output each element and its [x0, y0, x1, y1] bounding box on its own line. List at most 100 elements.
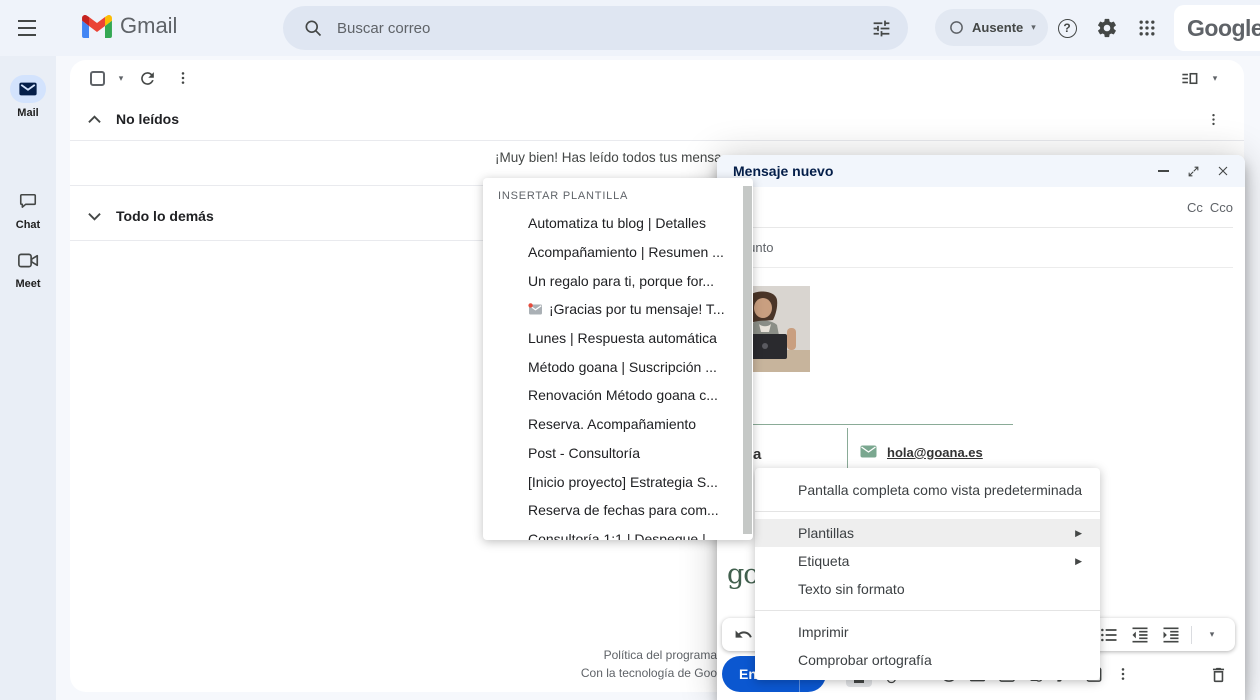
search-bar[interactable]: Buscar correo — [283, 6, 908, 50]
more-formatting-icon[interactable]: ▾ — [1201, 624, 1223, 646]
compose-more-options-menu: Pantalla completa como vista predetermin… — [755, 468, 1100, 680]
google-wordmark: Google — [1187, 15, 1260, 42]
search-icon[interactable] — [303, 18, 323, 38]
close-icon[interactable] — [1215, 163, 1231, 179]
indent-increase-icon[interactable] — [1160, 624, 1182, 646]
template-label: Post - Consultoría — [528, 445, 640, 461]
signature-divider — [733, 424, 1013, 425]
chevron-up-icon[interactable] — [88, 115, 106, 124]
main-menu-icon[interactable] — [15, 17, 39, 39]
help-icon[interactable]: ? — [1054, 15, 1080, 41]
list-footer: Política del programa Con la tecnología … — [581, 646, 717, 682]
minimize-icon[interactable] — [1155, 163, 1171, 179]
signature-envelope-icon — [860, 445, 877, 458]
menu-item-texto-sin-formato[interactable]: Texto sin formato — [755, 575, 1100, 603]
cc-toggle[interactable]: Cc — [1187, 200, 1203, 215]
select-all-checkbox[interactable] — [86, 67, 108, 89]
menu-item-fullscreen-default[interactable]: Pantalla completa como vista predetermin… — [755, 476, 1100, 504]
indent-decrease-icon[interactable] — [1129, 624, 1151, 646]
select-dropdown-icon[interactable]: ▾ — [110, 67, 132, 89]
template-label: Un regalo para ti, porque for... — [528, 273, 714, 289]
menu-divider — [755, 610, 1100, 611]
discard-draft-icon[interactable] — [1209, 665, 1228, 685]
settings-gear-icon[interactable] — [1094, 15, 1120, 41]
chevron-down-icon: ▾ — [1031, 22, 1036, 33]
meet-label: Meet — [0, 278, 56, 290]
status-chip[interactable]: Ausente ▾ — [935, 9, 1048, 46]
section-more-icon[interactable] — [1202, 108, 1224, 130]
reading-pane-dropdown-icon[interactable]: ▾ — [1204, 67, 1226, 89]
gmail-logo: Gmail — [82, 13, 177, 39]
app-rail: Mail Chat Meet — [0, 56, 56, 700]
sidebar-item-meet[interactable]: Meet — [0, 246, 56, 290]
signature-email-link[interactable]: hola@goana.es — [887, 445, 983, 460]
menu-item-comprobar-ortografia[interactable]: Comprobar ortografía — [755, 646, 1100, 674]
mail-emoji-icon — [528, 303, 543, 315]
scrollbar[interactable] — [743, 186, 752, 534]
template-item[interactable]: Un regalo para ti, porque for... — [483, 266, 753, 295]
footer-policy-link[interactable]: Política del programa — [581, 646, 717, 664]
divider — [70, 140, 1244, 141]
template-item[interactable]: Post - Consultoría — [483, 439, 753, 468]
template-label: Lunes | Respuesta automática — [528, 330, 717, 346]
gmail-m-icon — [82, 15, 112, 38]
template-item[interactable]: Reserva. Acompañamiento — [483, 410, 753, 439]
more-options-icon[interactable] — [1112, 664, 1133, 685]
template-item[interactable]: Método goana | Suscripción ... — [483, 352, 753, 381]
list-toolbar: ▾ ▾ — [70, 60, 1244, 94]
chevron-down-icon[interactable] — [88, 212, 106, 221]
subject-row[interactable]: Asunto — [733, 228, 1233, 268]
menu-item-label: Plantillas — [798, 525, 854, 541]
footer-powered-by: Con la tecnología de Goo — [581, 664, 717, 682]
status-circle-icon — [949, 20, 964, 35]
google-apps-grid-icon[interactable] — [1134, 15, 1160, 41]
submenu-arrow-icon: ▶ — [1075, 556, 1082, 567]
reading-pane-toggle-icon[interactable] — [1178, 67, 1200, 89]
status-label: Ausente — [972, 20, 1023, 35]
insert-template-submenu: INSERTAR PLANTILLA Automatiza tu blog | … — [483, 178, 753, 540]
compose-title: Mensaje nuevo — [733, 163, 1141, 179]
search-placeholder[interactable]: Buscar correo — [337, 20, 871, 37]
refresh-icon[interactable] — [136, 67, 158, 89]
toolbar-separator — [1191, 626, 1192, 644]
mail-label: Mail — [0, 107, 56, 119]
recipients-row[interactable]: Cc Cco — [733, 187, 1233, 228]
sidebar-item-chat[interactable]: Chat — [0, 187, 56, 231]
template-label: Método goana | Suscripción ... — [528, 359, 717, 375]
section-unread[interactable]: No leídos — [70, 104, 1244, 134]
template-label: Renovación Método goana c... — [528, 387, 718, 403]
google-account-box[interactable]: Google — [1174, 5, 1260, 51]
compose-header[interactable]: Mensaje nuevo — [717, 155, 1245, 187]
template-item[interactable]: Renovación Método goana c... — [483, 381, 753, 410]
expand-icon[interactable] — [1185, 163, 1201, 179]
template-item[interactable]: Reserva de fechas para com... — [483, 496, 753, 525]
template-label: Acompañamiento | Resumen ... — [528, 244, 724, 260]
template-item[interactable]: Automatiza tu blog | Detalles — [483, 209, 753, 238]
mail-envelope-icon[interactable] — [10, 75, 46, 103]
menu-item-etiqueta[interactable]: Etiqueta ▶ — [755, 547, 1100, 575]
template-item[interactable]: Acompañamiento | Resumen ... — [483, 238, 753, 267]
menu-divider — [755, 511, 1100, 512]
bulleted-list-icon[interactable] — [1098, 624, 1120, 646]
gmail-wordmark: Gmail — [120, 13, 177, 39]
search-filters-icon[interactable] — [871, 18, 892, 39]
more-options-icon[interactable] — [172, 67, 194, 89]
section-everything-title: Todo lo demás — [116, 208, 214, 224]
template-item[interactable]: ¡Gracias por tu mensaje! T... — [483, 295, 753, 324]
template-label: Automatiza tu blog | Detalles — [528, 215, 706, 231]
menu-item-label: Comprobar ortografía — [798, 652, 932, 668]
template-item[interactable]: Lunes | Respuesta automática — [483, 324, 753, 353]
template-item[interactable]: [Inicio proyecto] Estrategia S... — [483, 467, 753, 496]
undo-icon[interactable] — [732, 624, 754, 646]
sidebar-item-mail[interactable]: Mail — [0, 75, 56, 119]
menu-item-plantillas[interactable]: Plantillas ▶ — [755, 519, 1100, 547]
menu-item-imprimir[interactable]: Imprimir — [755, 618, 1100, 646]
template-label: Consultoría 1:1 | Despegue | ... — [528, 531, 721, 540]
bcc-toggle[interactable]: Cco — [1210, 200, 1233, 215]
menu-item-label: Texto sin formato — [798, 581, 905, 597]
template-label: Reserva. Acompañamiento — [528, 416, 696, 432]
top-bar: Gmail Buscar correo Ausente ▾ ? Google — [0, 0, 1260, 56]
meet-camera-icon[interactable] — [10, 246, 46, 274]
chat-bubble-icon[interactable] — [10, 187, 46, 215]
template-item[interactable]: Consultoría 1:1 | Despegue | ... — [483, 525, 753, 540]
